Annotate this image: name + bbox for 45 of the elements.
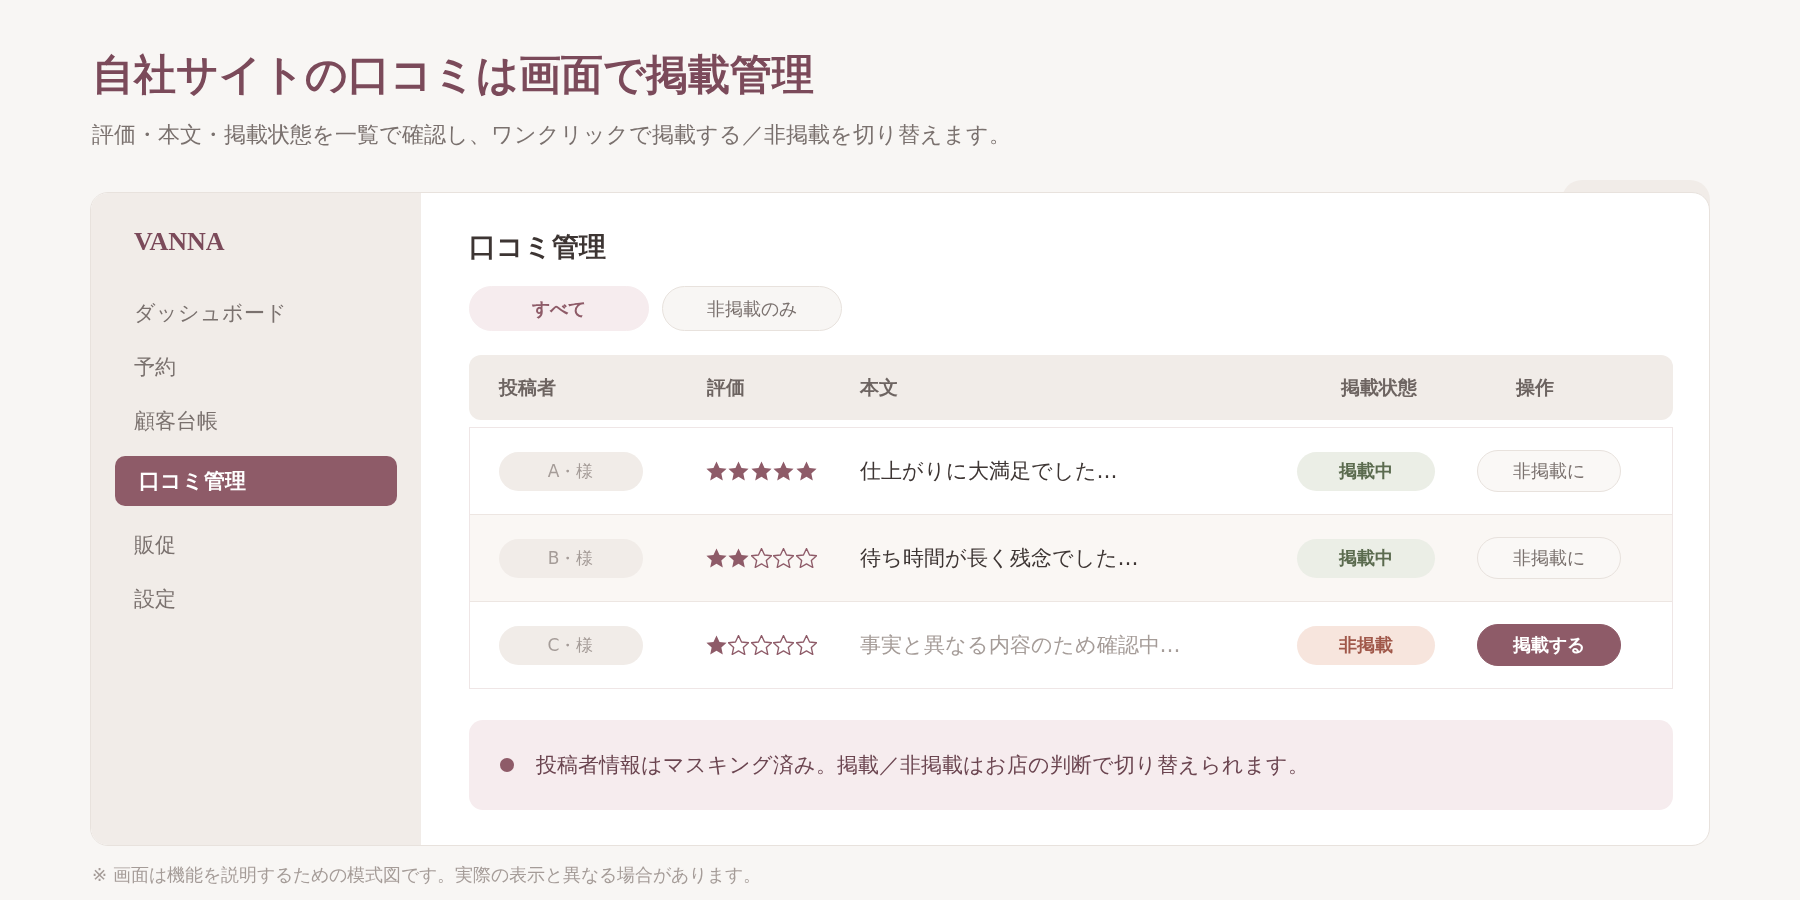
column-header: 操作: [1516, 374, 1554, 400]
author-badge: C・様: [498, 625, 643, 665]
bullet-dot-icon: [500, 758, 514, 772]
filter-tab[interactable]: すべて: [469, 286, 649, 331]
filled-star-icon: [750, 461, 772, 481]
toggle-button[interactable]: 非掲載に: [1476, 450, 1621, 492]
review-text: 待ち時間が長く残念でした…: [859, 545, 1139, 572]
filled-star-icon: [705, 548, 727, 568]
sidebar-item[interactable]: 設定: [115, 576, 397, 622]
brand-logo: VANNA: [134, 227, 225, 257]
filter-tab[interactable]: 非掲載のみ: [662, 286, 842, 331]
filled-star-icon: [728, 461, 749, 481]
empty-star-icon: [795, 635, 817, 655]
sidebar-item[interactable]: 予約: [115, 344, 397, 390]
sidebar-item[interactable]: 販促: [115, 522, 397, 568]
status-badge: 掲載中: [1296, 451, 1435, 491]
status-badge: 掲載中: [1296, 538, 1435, 578]
toggle-button[interactable]: 掲載する: [1476, 624, 1621, 666]
footnote: ※ 画面は機能を説明するための模式図です。実際の表示と異なる場合があります。: [91, 864, 761, 886]
column-header: 本文: [860, 374, 898, 400]
section-title: 口コミ管理: [469, 231, 606, 263]
sidebar-item[interactable]: ダッシュボード: [115, 290, 397, 336]
filled-star-icon: [773, 461, 794, 481]
author-badge: B・様: [498, 538, 643, 578]
note-text: 投稿者情報はマスキング済み。掲載／非掲載はお店の判断で切り替えられます。: [536, 752, 1309, 779]
filled-star-icon: [705, 635, 727, 655]
empty-star-icon: [773, 635, 794, 655]
sidebar-item[interactable]: 顧客台帳: [115, 398, 397, 444]
toggle-button[interactable]: 非掲載に: [1476, 537, 1621, 579]
column-header: 投稿者: [499, 374, 556, 400]
review-text: 仕上がりに大満足でした…: [859, 458, 1118, 485]
filled-star-icon: [728, 548, 749, 568]
page-subtitle: 評価・本文・掲載状態を一覧で確認し、ワンクリックで掲載する／非掲載を切り替えます。: [91, 121, 1011, 149]
review-text: 事実と異なる内容のため確認中…: [859, 632, 1181, 659]
sidebar-item[interactable]: 口コミ管理: [115, 456, 397, 506]
empty-star-icon: [795, 548, 817, 568]
empty-star-icon: [773, 548, 794, 568]
column-header: 掲載状態: [1341, 374, 1417, 400]
column-header: 評価: [707, 374, 745, 400]
filled-star-icon: [705, 461, 727, 481]
page-title: 自社サイトの口コミは画面で掲載管理: [91, 51, 814, 100]
author-badge: A・様: [498, 451, 643, 491]
filled-star-icon: [795, 461, 817, 481]
status-badge: 非掲載: [1296, 625, 1435, 665]
empty-star-icon: [750, 635, 772, 655]
